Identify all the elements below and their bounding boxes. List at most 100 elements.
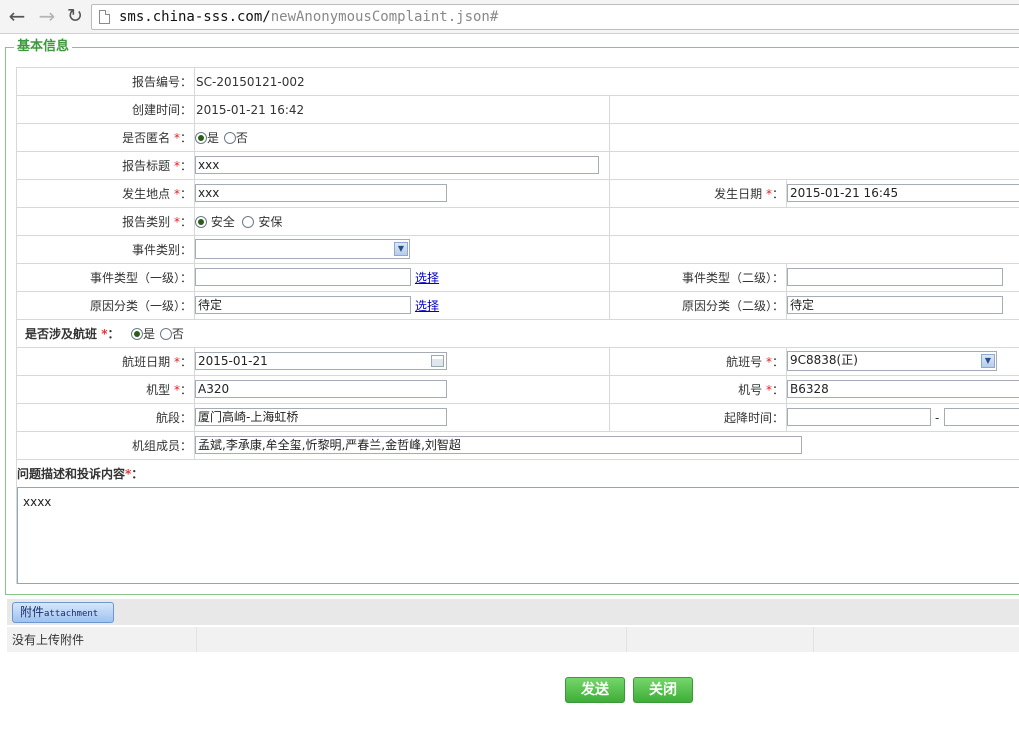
- cause2-input[interactable]: 待定: [787, 296, 1003, 314]
- attachment-column-divider: [626, 627, 627, 652]
- report-title-label: 报告标题 *：: [122, 158, 192, 174]
- report-title-input[interactable]: xxx: [195, 156, 599, 174]
- label-colon: ：: [771, 187, 784, 201]
- address-bar[interactable]: sms.china-sss.com/newAnonymousComplaint.…: [91, 4, 1019, 30]
- send-button[interactable]: 发送: [565, 677, 625, 703]
- label-colon: ：: [179, 187, 192, 201]
- flight-no-select[interactable]: 9C8838(正) ▼: [787, 351, 997, 371]
- attachment-column-divider: [196, 627, 197, 652]
- forward-arrow-icon[interactable]: →: [36, 6, 58, 28]
- location-input[interactable]: xxx: [195, 184, 447, 202]
- attachment-list-row: [7, 627, 1019, 652]
- grid-line: [609, 95, 610, 319]
- reload-icon[interactable]: ↻: [64, 6, 86, 28]
- grid-line: [16, 179, 1019, 180]
- cause1-label: 原因分类（一级）：: [89, 299, 192, 313]
- label-colon: ：: [771, 383, 784, 397]
- report-category-radio-group: 安全 安保: [195, 214, 282, 230]
- aircraft-no-label: 机号 *：: [738, 382, 784, 398]
- aircraft-type-input[interactable]: A320: [195, 380, 447, 398]
- aircraft-no-input[interactable]: B6328: [787, 380, 1019, 398]
- grid-line: [16, 291, 1019, 292]
- grid-line: [16, 67, 1019, 68]
- flight-no-label: 航班号 *：: [726, 354, 784, 370]
- event-type2-label: 事件类型（二级）：: [681, 271, 784, 285]
- event-type1-select-link[interactable]: 选择: [415, 270, 439, 286]
- event-type1-input[interactable]: [195, 268, 411, 286]
- label-colon: ：: [179, 215, 192, 229]
- takeoff-time-input[interactable]: [787, 408, 931, 426]
- occur-date-label: 发生日期 *：: [714, 186, 784, 202]
- time-range-separator: -: [935, 411, 940, 425]
- cause2-label: 原因分类（二级）：: [681, 299, 784, 313]
- anonymous-yes-label: 是: [207, 131, 220, 145]
- label-colon: ：: [107, 327, 120, 341]
- event-category-select[interactable]: ▼: [195, 239, 410, 259]
- attachment-button-cn: 附件: [20, 605, 45, 619]
- segment-input[interactable]: 厦门高崎-上海虹桥: [195, 408, 447, 426]
- flight-date-input[interactable]: 2015-01-21: [195, 352, 447, 370]
- page-icon: [99, 10, 110, 24]
- report-no-label: 报告编号：: [131, 75, 192, 89]
- grid-line: [16, 403, 1019, 404]
- grid-line: [16, 347, 1019, 348]
- anonymous-radio-group: 是 否: [195, 130, 248, 146]
- segment-label: 航段：: [155, 411, 192, 425]
- category-security-radio[interactable]: [242, 216, 255, 228]
- report-no-value: SC-20150121-002: [196, 75, 305, 89]
- anonymous-no-radio[interactable]: [223, 132, 236, 144]
- anonymous-label: 是否匿名 *：: [122, 130, 192, 146]
- location-label: 发生地点 *：: [122, 186, 192, 202]
- attachment-column-divider: [813, 627, 814, 652]
- flight-involved-no-radio[interactable]: [159, 328, 172, 340]
- category-security-label: 安保: [258, 215, 283, 229]
- grid-line: [16, 235, 1019, 236]
- landing-time-input[interactable]: [944, 408, 1019, 426]
- attachment-button-en: attachment: [44, 609, 99, 619]
- aircraft-type-label-text: 机型: [146, 383, 171, 397]
- url-path: newAnonymousComplaint.json#: [270, 9, 499, 25]
- close-button[interactable]: 关闭: [633, 677, 693, 703]
- label-colon: ：: [179, 383, 192, 397]
- flight-involved-radio-group: 是 否: [131, 326, 184, 342]
- grid-line: [16, 319, 1019, 320]
- flight-no-value: 9C8838(正): [790, 353, 858, 367]
- grid-line: [16, 375, 1019, 376]
- category-safety-radio[interactable]: [195, 216, 207, 228]
- takeoff-landing-label: 起降时间：: [723, 411, 784, 425]
- grid-line: [16, 263, 1019, 264]
- grid-line: [609, 347, 610, 431]
- occur-date-input[interactable]: 2015-01-21 16:45: [787, 184, 1019, 202]
- cause1-input[interactable]: 待定: [195, 296, 411, 314]
- created-time-value: 2015-01-21 16:42: [196, 103, 305, 117]
- event-type2-input[interactable]: [787, 268, 1003, 286]
- flight-involved-label: 是否涉及航班 *：: [25, 326, 120, 342]
- calendar-icon[interactable]: [431, 355, 444, 367]
- description-label: 问题描述和投诉内容*：: [17, 466, 143, 482]
- description-label-text: 问题描述和投诉内容: [17, 467, 126, 481]
- flight-involved-no-label: 否: [171, 327, 184, 341]
- url-host: sms.china-sss.com/: [119, 9, 271, 25]
- flight-date-value: 2015-01-21: [198, 354, 268, 368]
- report-category-label-text: 报告类别: [122, 215, 171, 229]
- back-arrow-icon[interactable]: ←: [6, 6, 28, 28]
- grid-line: [16, 151, 1019, 152]
- cause1-select-link[interactable]: 选择: [415, 298, 439, 314]
- attachment-button[interactable]: 附件attachment: [12, 602, 114, 623]
- flight-no-label-text: 航班号: [726, 355, 763, 369]
- created-time-label: 创建时间：: [131, 103, 192, 117]
- flight-involved-yes-radio[interactable]: [131, 328, 143, 340]
- grid-line: [16, 459, 1019, 460]
- event-type1-label: 事件类型（一级）：: [89, 271, 192, 285]
- chevron-down-icon[interactable]: ▼: [981, 354, 995, 368]
- flight-involved-label-text: 是否涉及航班: [25, 327, 98, 341]
- anonymous-yes-radio[interactable]: [195, 132, 207, 144]
- description-textarea[interactable]: xxxx: [17, 487, 1019, 584]
- location-label-text: 发生地点: [122, 187, 171, 201]
- crew-input[interactable]: 孟斌,李承康,牟全玺,忻黎明,严春兰,金哲峰,刘智超: [195, 436, 802, 454]
- aircraft-type-label: 机型 *：: [146, 382, 192, 398]
- chevron-down-icon[interactable]: ▼: [394, 242, 408, 256]
- no-attachment-text: 没有上传附件: [12, 633, 85, 647]
- label-colon: ：: [771, 355, 784, 369]
- anonymous-label-text: 是否匿名: [122, 131, 171, 145]
